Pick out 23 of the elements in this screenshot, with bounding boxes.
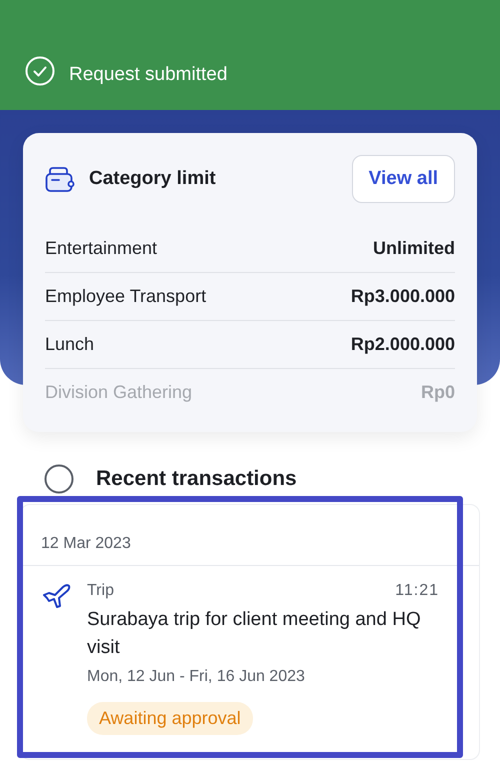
category-name: Employee Transport <box>45 286 206 307</box>
date-header: 12 Mar 2023 <box>21 505 479 566</box>
card-title: Category limit <box>89 168 217 190</box>
category-name: Division Gathering <box>45 382 192 403</box>
circle-icon <box>44 464 74 494</box>
transaction-title: Surabaya trip for client meeting and HQ visit <box>87 608 422 660</box>
airplane-icon <box>41 582 73 608</box>
category-amount: Rp3.000.000 <box>350 286 455 307</box>
check-circle-icon <box>25 56 55 86</box>
banner-text: Request submitted <box>69 64 228 86</box>
view-all-button[interactable]: View all <box>352 155 455 203</box>
category-amount: Rp2.000.000 <box>350 334 455 355</box>
time-label: 11:21 <box>395 582 439 600</box>
category-label: Trip <box>87 582 114 600</box>
section-title: Recent transactions <box>96 467 297 491</box>
category-name: Entertainment <box>45 238 158 259</box>
status-badge: Awaiting approval <box>87 702 253 735</box>
category-amount: Rp0 <box>420 382 455 403</box>
category-amount: Unlimited <box>372 238 455 259</box>
date-range: Mon, 12 Jun - Fri, 16 Jun 2023 <box>87 668 306 686</box>
category-name: Lunch <box>45 334 94 355</box>
wallet-icon <box>45 164 75 194</box>
transaction-card[interactable]: 12 Mar 2023 Trip 11:21 Surabaya trip for client meeting and HQ visit Mon, 12 Jun - Fri, 16 Jun 2023 Awaiting approval <box>20 504 480 760</box>
